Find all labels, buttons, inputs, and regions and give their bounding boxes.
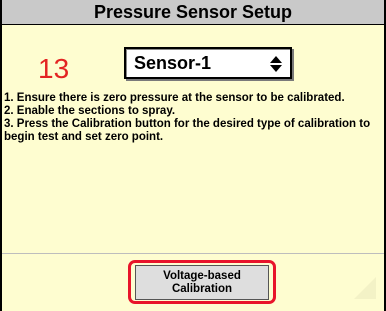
step-number-annotation: 13	[38, 53, 70, 84]
instruction-line-1: 1. Ensure there is zero pressure at the …	[4, 92, 345, 104]
up-down-arrows-icon[interactable]	[270, 56, 282, 72]
sensor-select-value: Sensor-1	[134, 53, 212, 73]
voltage-based-calibration-button[interactable]: Voltage-based Calibration	[135, 265, 269, 300]
pressure-sensor-setup-window: Pressure Sensor Setup 13 Sensor-1 1. Ens…	[0, 0, 386, 311]
sensor-select[interactable]: Sensor-1	[124, 47, 292, 79]
calibration-button-label-line1: Voltage-based	[163, 270, 241, 282]
divider	[2, 253, 384, 254]
instruction-line-3: 3. Press the Calibration button for the …	[4, 118, 371, 143]
calibration-button-label-line2: Calibration	[171, 283, 233, 295]
window-title: Pressure Sensor Setup	[2, 0, 384, 25]
instruction-line-2: 2. Enable the sections to spray.	[4, 105, 176, 117]
watermark-mark-icon	[354, 277, 376, 299]
instructions: 1. Ensure there is zero pressure at the …	[4, 92, 384, 144]
